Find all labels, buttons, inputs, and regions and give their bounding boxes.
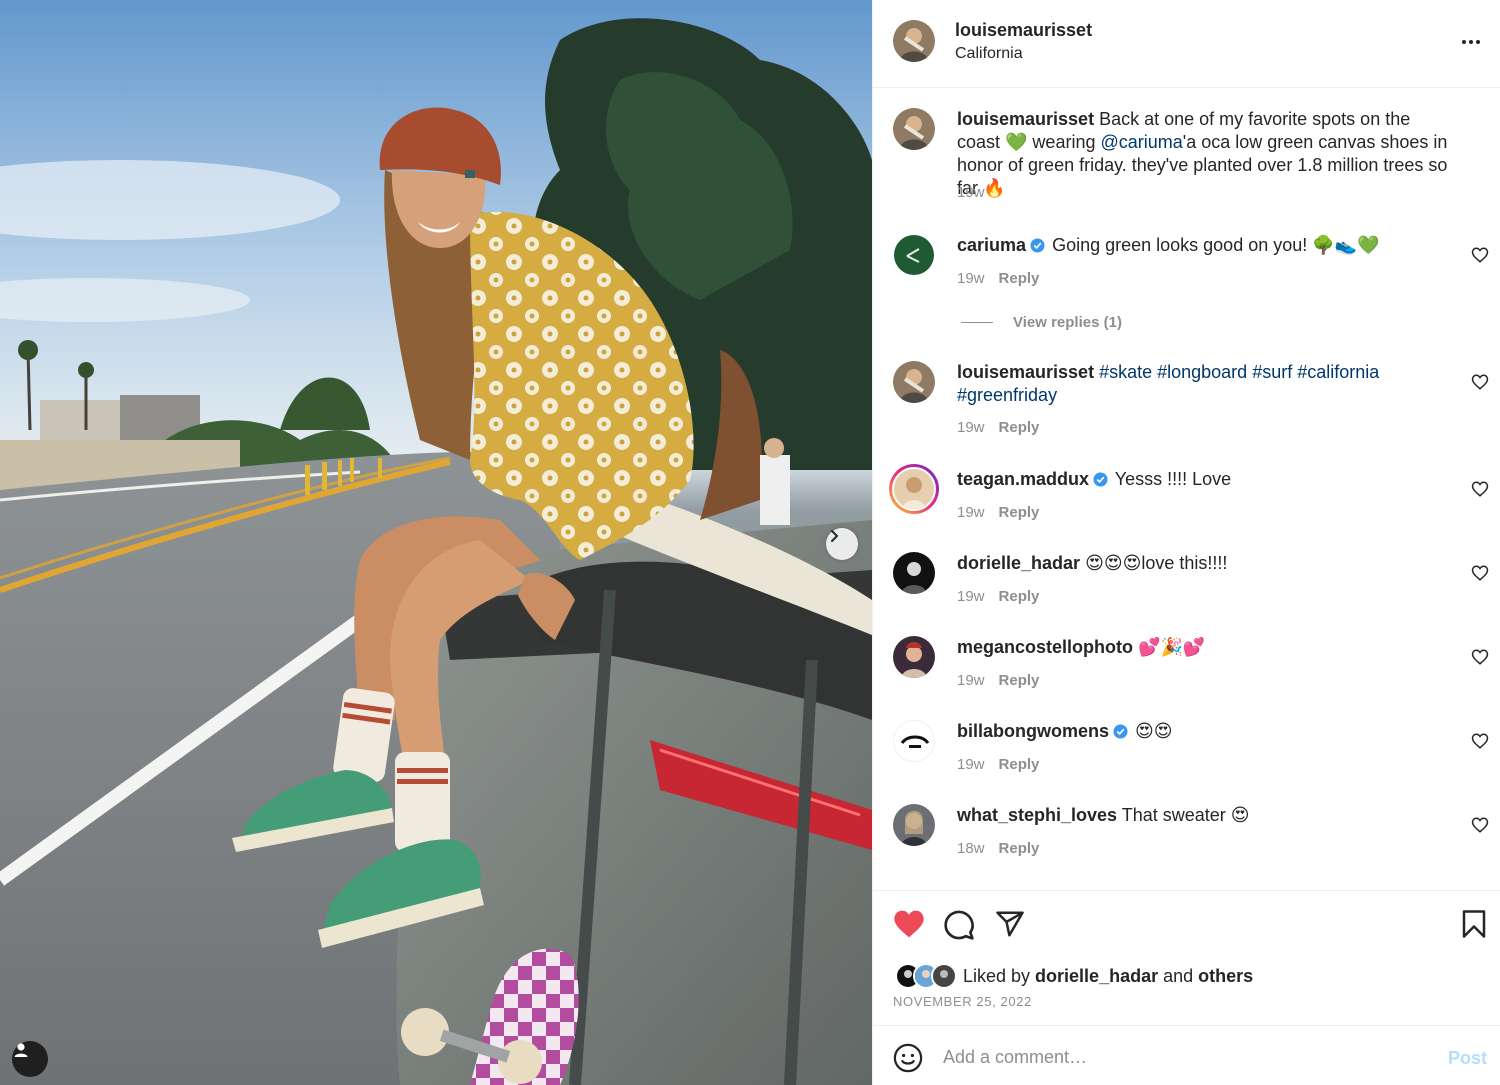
comment-time: 19w [957, 504, 985, 521]
liked-others[interactable]: others [1198, 966, 1253, 986]
commenter-avatar[interactable] [893, 636, 935, 678]
reply-button[interactable]: Reply [999, 840, 1040, 857]
chevron-right-icon [831, 530, 838, 542]
reply-button[interactable]: Reply [999, 270, 1040, 287]
verified-badge-icon [1030, 238, 1045, 253]
comment-meta: 19w Reply [957, 756, 1039, 773]
instagram-post: louisemaurisset California louisemauriss… [0, 0, 1500, 1085]
emoji-smiley-icon[interactable] [893, 1043, 923, 1073]
comment-bubble-icon[interactable] [943, 909, 975, 941]
commenter-username[interactable]: what_stephi_loves [957, 805, 1117, 825]
comment-body: 😍😍😍love this!!!! [1085, 553, 1228, 573]
like-comment-heart-icon[interactable] [1471, 480, 1489, 498]
author-avatar[interactable] [893, 20, 935, 62]
reply-button[interactable]: Reply [999, 756, 1040, 773]
commenter-avatar[interactable] [893, 361, 935, 403]
liked-by-text: Liked by dorielle_hadar and others [963, 966, 1253, 987]
comment-meta: 19w Reply [957, 270, 1039, 287]
liked-user[interactable]: dorielle_hadar [1035, 966, 1158, 986]
comment-time: 19w [957, 672, 985, 689]
post-date[interactable]: NOVEMBER 25, 2022 [893, 994, 1032, 1009]
replies-divider [961, 322, 993, 323]
comment-text: cariuma Going green looks good on you! 🌳… [957, 234, 1457, 257]
comment-meta: 18w Reply [957, 840, 1039, 857]
author-username[interactable]: louisemaurisset [955, 20, 1092, 41]
author-avatar[interactable] [893, 108, 935, 150]
like-comment-heart-icon[interactable] [1471, 816, 1489, 834]
comment-time: 19w [957, 270, 985, 287]
like-comment-heart-icon[interactable] [1471, 648, 1489, 666]
tagged-users-button[interactable] [12, 1041, 48, 1077]
liked-prefix: Liked by [963, 965, 1036, 986]
comment-body: Going green looks good on you! 🌳👟💚 [1052, 235, 1380, 255]
add-comment-bar: Post [873, 1025, 1500, 1085]
more-options-icon[interactable] [1453, 30, 1489, 54]
verified-badge-icon [1113, 724, 1128, 739]
comment-meta: 19w Reply [957, 504, 1039, 521]
photo-illustration [0, 0, 872, 1085]
like-comment-heart-icon[interactable] [1471, 246, 1489, 264]
comment-text: dorielle_hadar 😍😍😍love this!!!! [957, 552, 1457, 575]
like-comment-heart-icon[interactable] [1471, 732, 1489, 750]
comment-time: 19w [957, 419, 985, 436]
commenter-username[interactable]: dorielle_hadar [957, 553, 1080, 573]
user-icon [14, 1043, 28, 1057]
comment-text: billabongwomens 😍😍 [957, 720, 1457, 743]
next-photo-button[interactable] [826, 528, 858, 560]
story-ring-avatar[interactable] [889, 464, 939, 514]
comment-time: 19w [957, 756, 985, 773]
post-header: louisemaurisset California [873, 0, 1500, 88]
reply-button[interactable]: Reply [999, 504, 1040, 521]
caption-text: louisemaurisset Back at one of my favori… [957, 108, 1457, 200]
comment-body: Yesss !!!! Love [1114, 469, 1232, 489]
post-photo[interactable] [0, 0, 872, 1085]
commenter-username[interactable]: teagan.maddux [957, 469, 1089, 489]
commenter-username[interactable]: megancostellophoto [957, 637, 1133, 657]
comment-body: That sweater 😍 [1121, 805, 1250, 825]
comment-input[interactable] [943, 1044, 1423, 1070]
commenter-username[interactable]: cariuma [957, 235, 1026, 255]
commenter-avatar[interactable] [893, 552, 935, 594]
post-comment-button[interactable]: Post [1448, 1048, 1487, 1069]
liker-avatar [931, 963, 957, 989]
save-bookmark-icon[interactable] [1461, 909, 1487, 939]
verified-badge-icon [1093, 472, 1108, 487]
view-replies-label: View replies (1) [1013, 314, 1122, 331]
comment-text: teagan.maddux Yesss !!!! Love [957, 468, 1457, 491]
liked-and: and [1158, 965, 1199, 986]
comment-meta: 19w Reply [957, 419, 1039, 436]
comments-list[interactable]: louisemaurisset Back at one of my favori… [873, 88, 1500, 890]
hashtags[interactable]: #skate #longboard #surf #california [1099, 362, 1379, 382]
comment-text: louisemaurisset #skate #longboard #surf … [957, 361, 1457, 407]
comment-text: megancostellophoto 💕🎉💕 [957, 636, 1457, 659]
commenter-username[interactable]: billabongwomens [957, 721, 1109, 741]
commenter-avatar[interactable] [893, 234, 935, 276]
reply-button[interactable]: Reply [999, 588, 1040, 605]
comment-meta: 19w Reply [957, 672, 1039, 689]
post-actions: Liked by dorielle_hadar and others NOVEM… [873, 890, 1500, 1025]
caption-time: 19w [957, 184, 985, 201]
like-comment-heart-icon[interactable] [1471, 373, 1489, 391]
post-location[interactable]: California [955, 45, 1023, 63]
commenter-username[interactable]: louisemaurisset [957, 362, 1094, 382]
post-details-panel: louisemaurisset California louisemauriss… [872, 0, 1500, 1085]
mention-link[interactable]: @cariuma [1100, 132, 1182, 152]
comment-meta: 19w Reply [957, 588, 1039, 605]
reply-button[interactable]: Reply [999, 672, 1040, 689]
hashtag[interactable]: #greenfriday [957, 385, 1057, 405]
like-heart-icon[interactable] [893, 909, 925, 939]
comment-time: 19w [957, 588, 985, 605]
comment-body: 💕🎉💕 [1138, 637, 1206, 657]
comment-body: 😍😍 [1135, 721, 1173, 741]
likes-summary[interactable]: Liked by dorielle_hadar and others [895, 963, 1253, 989]
commenter-avatar[interactable] [893, 804, 935, 846]
like-comment-heart-icon[interactable] [1471, 564, 1489, 582]
commenter-avatar[interactable] [893, 720, 935, 762]
share-paper-plane-icon[interactable] [995, 909, 1025, 939]
comment-time: 18w [957, 840, 985, 857]
caption-username[interactable]: louisemaurisset [957, 109, 1094, 129]
reply-button[interactable]: Reply [999, 419, 1040, 436]
view-replies-button[interactable]: View replies (1) [961, 314, 1122, 331]
comment-text: what_stephi_loves That sweater 😍 [957, 804, 1457, 827]
